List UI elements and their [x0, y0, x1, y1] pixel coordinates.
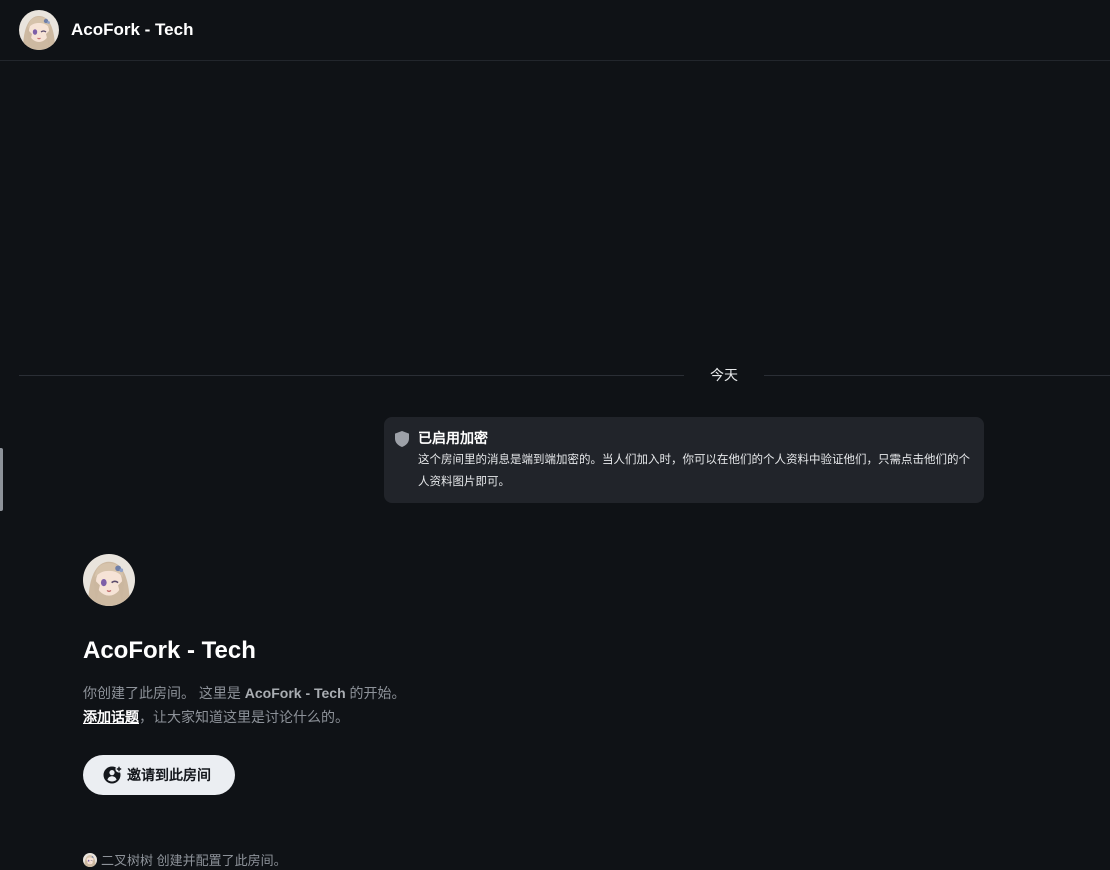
date-separator: 今天: [710, 367, 738, 383]
add-topic-hint: ，让大家知道这里是讨论什么的。: [139, 709, 349, 725]
created-room-name: AcoFork - Tech: [244, 685, 346, 701]
room-intro-description: 你创建了此房间。 这里是 AcoFork - Tech 的开始。 添加话题，让大…: [83, 681, 406, 729]
encryption-description: 这个房间里的消息是端到端加密的。当人们加入时，你可以在他们的个人资料中验证他们，…: [418, 454, 970, 488]
room-avatar[interactable]: [19, 10, 59, 50]
room-created-event: 二叉树树 创建并配置了此房间。: [83, 852, 287, 870]
add-topic-line: 添加话题，让大家知道这里是讨论什么的。: [83, 705, 406, 729]
room-title[interactable]: AcoFork - Tech: [71, 19, 193, 41]
invite-to-room-button[interactable]: 邀请到此房间: [83, 755, 235, 795]
room-intro-title: AcoFork - Tech: [83, 637, 256, 664]
add-topic-link[interactable]: 添加话题: [83, 709, 139, 725]
user-add-icon: [103, 765, 123, 784]
encryption-title: 已启用加密: [418, 430, 488, 446]
shield-icon: [395, 431, 409, 447]
date-divider-line: [764, 375, 1110, 376]
room-created-line: 你创建了此房间。 这里是 AcoFork - Tech 的开始。: [83, 681, 406, 705]
creator-name[interactable]: 二叉树树: [101, 853, 153, 868]
room-intro-avatar[interactable]: [83, 554, 135, 606]
room-header: AcoFork - Tech: [0, 0, 1110, 61]
scrollbar-thumb[interactable]: [0, 448, 3, 511]
created-suffix: 的开始。: [345, 685, 406, 701]
created-prefix: 你创建了此房间。 这里是: [83, 685, 245, 701]
created-event-text: 创建并配置了此房间。: [153, 853, 287, 868]
invite-button-label: 邀请到此房间: [127, 767, 211, 783]
date-divider-line: [19, 375, 684, 376]
creator-avatar[interactable]: [83, 853, 97, 867]
encryption-notice: 已启用加密 这个房间里的消息是端到端加密的。当人们加入时，你可以在他们的个人资料…: [384, 417, 984, 503]
